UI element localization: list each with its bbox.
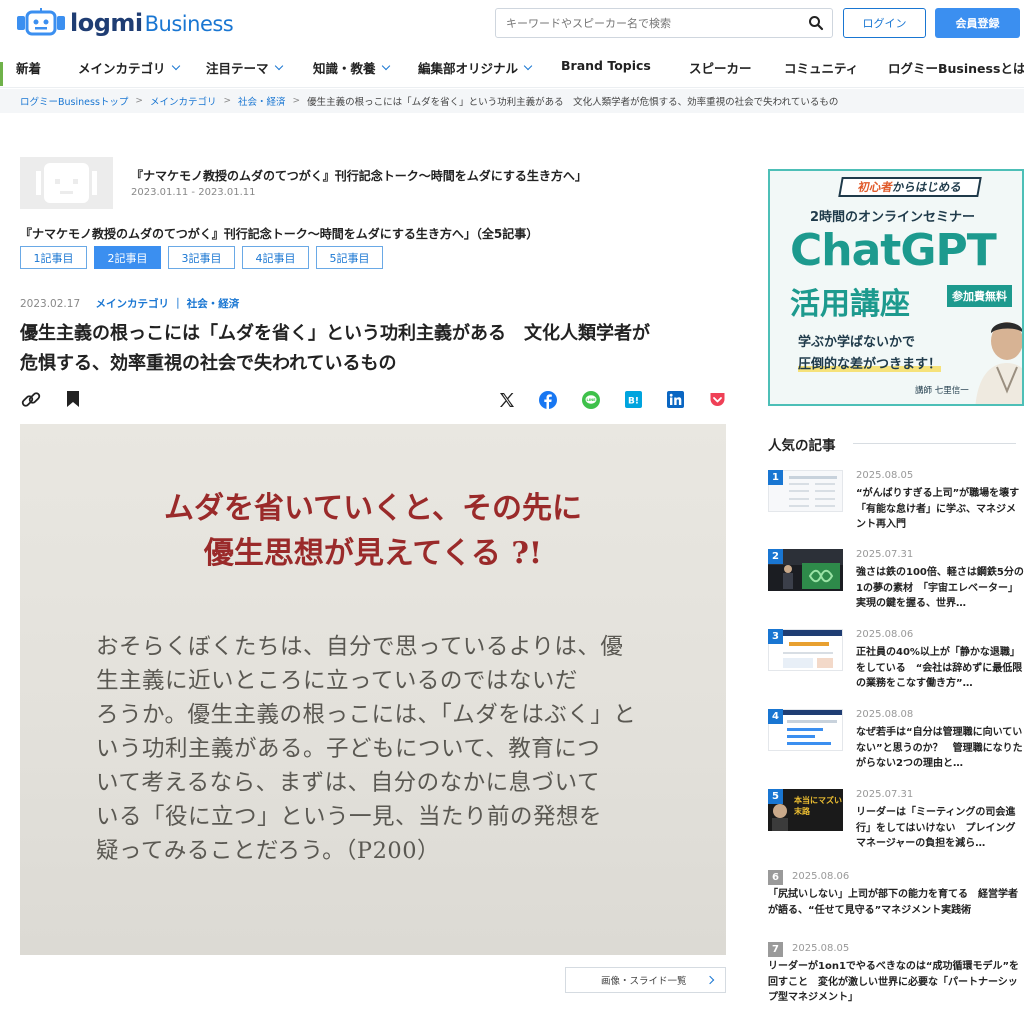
nav-item-main-category[interactable]: メインカテゴリ	[78, 58, 180, 77]
chevron-right-icon	[705, 975, 715, 985]
lecturer-photo-icon	[975, 322, 1022, 404]
hero-quote: おそらくぼくたちは、自分で思っているよりは、優 生主義に近いところに立っているの…	[96, 634, 637, 864]
bookmark-icon[interactable]	[67, 391, 79, 407]
popular-rank: 1	[768, 470, 783, 485]
nav-item-about[interactable]: ログミーBusinessとは	[888, 58, 1024, 77]
seminar-ad-banner[interactable]: 初心者 からはじめる 2時間のオンラインセミナー ChatGPT 活用講座 参加費…	[768, 169, 1024, 406]
popular-date: 2025.08.05	[856, 470, 914, 481]
article-category[interactable]: メインカテゴリ ｜ 社会・経済	[95, 298, 239, 310]
breadcrumb-home[interactable]: ログミーBusinessトップ	[20, 94, 128, 108]
popular-rank: 4	[768, 709, 783, 724]
popular-title[interactable]: 正社員の40%以上が「静かな退職」をしている “会社は辞めずに最低限の業務をこな…	[856, 645, 1024, 692]
article-tools: LINE B!	[20, 389, 726, 413]
nav-item-new[interactable]: 新着	[16, 58, 41, 77]
ad-subtitle: 2時間のオンラインセミナー	[810, 210, 976, 225]
series-full-title: 『ナマケモノ教授のムダのてつがく』刊行記念トーク〜時間をムダにする生き方へ」（全…	[20, 227, 539, 241]
series-part-tabs: 1記事目 2記事目 3記事目 4記事目 5記事目	[20, 246, 383, 269]
nav-item-brand-topics[interactable]: Brand Topics	[561, 58, 651, 73]
popular-title[interactable]: “がんばりすぎる上司”が職場を壊す 「有能な怠け者」に学ぶ、マネジメント再入門	[856, 486, 1024, 533]
logo[interactable]: logmiBusiness	[16, 6, 234, 40]
popular-title[interactable]: なぜ若手は“自分は管理職に向いていない”と思うのか？ 管理職になりたがらない2つ…	[856, 725, 1024, 772]
register-button[interactable]: 会員登録	[935, 8, 1020, 38]
series-thumbnail[interactable]	[20, 157, 113, 209]
ad-copy-2: 圧倒的な差がつきます！	[798, 357, 942, 372]
part-tab-2[interactable]: 2記事目	[94, 246, 161, 269]
popular-title[interactable]: リーダーが1on1でやるべきなのは“成功循環モデル”を回すこと 変化が激しい世界…	[768, 959, 1024, 1006]
ad-badge: 初心者 からはじめる	[838, 177, 982, 197]
ad-lecturer: 講師 七里信一	[915, 386, 969, 396]
popular-date: 2025.07.31	[856, 549, 914, 560]
login-button[interactable]: ログイン	[843, 8, 926, 38]
article-date: 2023.02.17	[20, 298, 81, 310]
placeholder-robot-icon	[36, 163, 97, 203]
search-box[interactable]	[495, 8, 833, 38]
breadcrumb-separator-icon: >	[223, 96, 232, 106]
article-meta: 2023.02.17 メインカテゴリ ｜ 社会・経済	[20, 296, 239, 311]
part-tab-4[interactable]: 4記事目	[242, 246, 309, 269]
breadcrumb-main-category[interactable]: メインカテゴリ	[150, 94, 217, 108]
nav-item-speakers[interactable]: スピーカー	[689, 58, 752, 77]
chevron-down-icon	[171, 61, 180, 70]
nav-item-featured[interactable]: 注目テーマ	[206, 58, 283, 77]
ad-main-title-2: 活用講座	[790, 287, 910, 322]
series-dates: 2023.01.11 - 2023.01.11	[131, 187, 256, 198]
nav-item-knowledge[interactable]: 知識・教養	[313, 58, 390, 77]
logo-text: logmiBusiness	[70, 9, 234, 37]
svg-text:B!: B!	[628, 397, 639, 407]
popular-rank: 6	[768, 870, 783, 885]
popular-date: 2025.08.06	[856, 629, 914, 640]
part-tab-1[interactable]: 1記事目	[20, 246, 87, 269]
line-icon[interactable]: LINE	[582, 391, 600, 409]
part-tab-3[interactable]: 3記事目	[168, 246, 235, 269]
popular-thumb-5-text: 本当にマズい末路	[794, 796, 842, 816]
chevron-down-icon	[523, 61, 533, 70]
search-input[interactable]	[496, 9, 796, 37]
chevron-down-icon	[381, 61, 390, 70]
breadcrumb-current: 優生主義の根っこには「ムダを省く」という功利主義がある 文化人類学者が危惧する、…	[307, 97, 839, 108]
ad-main-title: ChatGPT	[790, 225, 997, 276]
article-title: 優生主義の根っこには「ムダを省く」という功利主義がある 文化人類学者が 危惧する、…	[20, 323, 650, 374]
popular-date: 2025.07.31	[856, 789, 914, 800]
popular-title[interactable]: 「尻拭いしない」上司が部下の能力を育てる 経営学者が語る、“任せて見守る”マネジ…	[768, 887, 1024, 918]
popular-rank: 3	[768, 629, 783, 644]
nav-item-community[interactable]: コミュニティ	[784, 58, 858, 77]
popular-heading: 人気の記事	[768, 438, 836, 454]
hero-slide-image[interactable]: ムダを省いていくと、その先に 優生思想が見えてくる ?! おそらくぼくたちは、自分…	[20, 424, 726, 955]
breadcrumb-separator-icon: >	[135, 96, 143, 106]
popular-divider	[853, 443, 1016, 444]
part-tab-5[interactable]: 5記事目	[316, 246, 383, 269]
robot-logo-icon	[17, 8, 65, 36]
x-twitter-icon[interactable]	[499, 392, 515, 408]
popular-rank: 2	[768, 549, 783, 564]
hatena-bookmark-icon[interactable]: B!	[625, 391, 642, 408]
ad-copy-1: 学ぶか学ばないかで	[798, 335, 916, 350]
hero-headline: ムダを省いていくと、その先に 優生思想が見えてくる ?!	[164, 491, 582, 571]
popular-date: 2025.08.06	[792, 871, 850, 882]
popular-rank: 7	[768, 942, 783, 957]
breadcrumb-separator-icon: >	[292, 96, 301, 106]
linkedin-icon[interactable]	[667, 391, 684, 408]
link-icon[interactable]	[20, 389, 42, 411]
chevron-down-icon	[274, 61, 283, 70]
popular-rank: 5	[768, 789, 783, 804]
popular-title[interactable]: リーダーは「ミーティングの司会進行」をしてはいけない プレイングマネージャーの負…	[856, 805, 1024, 852]
nav-item-editorial[interactable]: 編集部オリジナル	[418, 58, 533, 77]
main-nav: 新着 メインカテゴリ 注目テーマ 知識・教養 編集部オリジナル Brand To…	[0, 50, 1024, 84]
breadcrumb: ログミーBusinessトップ > メインカテゴリ > 社会・経済 > 優生主義…	[0, 89, 1024, 113]
series-title[interactable]: 『ナマケモノ教授のムダのてつがく』刊行記念トーク〜時間をムダにする生き方へ」	[131, 167, 587, 184]
pocket-icon[interactable]	[709, 391, 726, 408]
search-icon[interactable]	[808, 15, 824, 31]
popular-date: 2025.08.05	[792, 943, 850, 954]
slides-list-button[interactable]: 画像・スライド一覧	[565, 967, 726, 993]
facebook-icon[interactable]	[539, 391, 557, 409]
nav-divider	[0, 87, 1024, 88]
popular-title[interactable]: 強さは鉄の100倍、軽さは鋼鉄5分の1の夢の素材 「宇宙エレベーター」実現の鍵を…	[856, 565, 1024, 612]
popular-date: 2025.08.08	[856, 709, 914, 720]
ad-free-badge: 参加費無料	[947, 285, 1012, 307]
breadcrumb-society-economy[interactable]: 社会・経済	[238, 94, 286, 108]
svg-text:LINE: LINE	[586, 398, 596, 402]
